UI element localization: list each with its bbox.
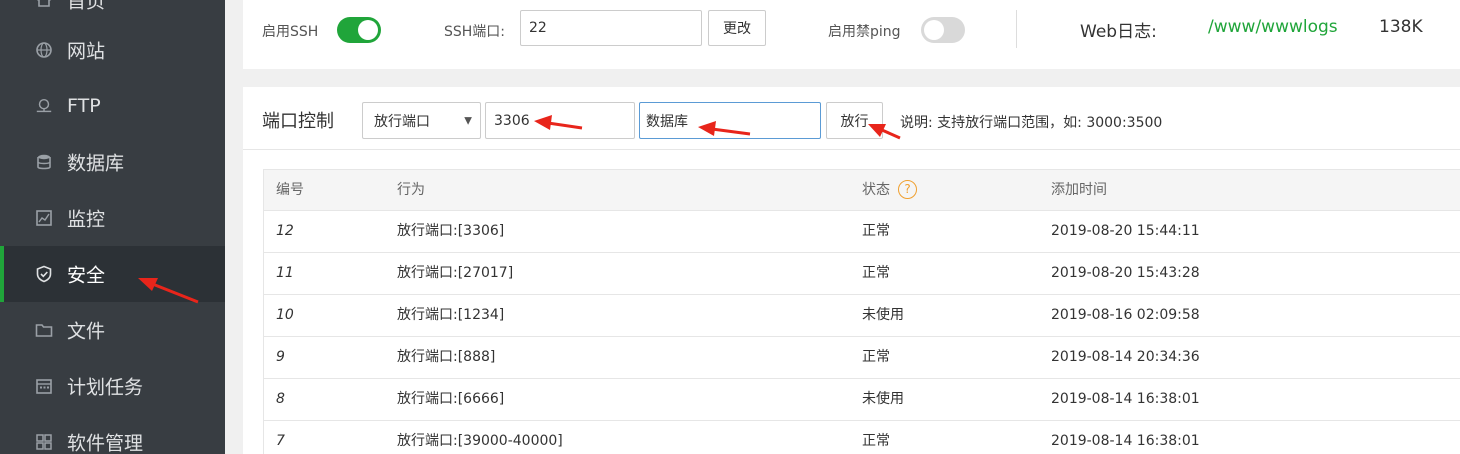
- web-log-label: Web日志:: [1080, 22, 1157, 42]
- sidebar-item-label: 计划任务: [67, 376, 144, 399]
- sidebar-item-label: 首页: [67, 0, 106, 13]
- column-header-status-label: 状态: [862, 182, 890, 198]
- table-row: 12 放行端口:[3306] 正常 2019-08-20 15:44:11: [263, 211, 1460, 253]
- shield-icon: [35, 265, 53, 283]
- ssh-port-input[interactable]: 22: [520, 10, 702, 46]
- sidebar-item-label: 文件: [67, 320, 106, 343]
- monitor-icon: [35, 209, 53, 227]
- column-header-action: 行为: [397, 182, 425, 198]
- row-time: 2019-08-14 16:38:01: [1051, 433, 1200, 449]
- table-row: 9 放行端口:[888] 正常 2019-08-14 20:34:36: [263, 337, 1460, 379]
- sidebar-item-label: 数据库: [67, 152, 125, 175]
- row-id: 9: [276, 349, 285, 365]
- row-time: 2019-08-14 20:34:36: [1051, 349, 1200, 365]
- row-time: 2019-08-14 16:38:01: [1051, 391, 1200, 407]
- row-time: 2019-08-20 15:44:11: [1051, 223, 1200, 239]
- row-status: 未使用: [862, 391, 904, 407]
- port-rules-table: 编号 行为 状态? 添加时间 12 放行端口:[3306] 正常 2019-08…: [263, 169, 1460, 454]
- table-row: 10 放行端口:[1234] 未使用 2019-08-16 02:09:58: [263, 295, 1460, 337]
- sidebar: 首页 网站 FTP 数据库 监控 安全 文件 计划任务 软件管理: [0, 0, 225, 454]
- row-time: 2019-08-16 02:09:58: [1051, 307, 1200, 323]
- folder-icon: [35, 321, 53, 339]
- column-header-id: 编号: [276, 182, 304, 198]
- allow-port-button[interactable]: 放行: [826, 102, 883, 139]
- help-icon[interactable]: ?: [898, 179, 917, 199]
- toggle-knob: [358, 20, 378, 40]
- calendar-icon: [35, 377, 53, 395]
- web-log-size: 138K: [1379, 17, 1423, 37]
- row-id: 7: [276, 433, 285, 449]
- port-input[interactable]: 3306: [485, 102, 635, 139]
- ping-toggle[interactable]: [921, 17, 965, 43]
- row-status: 正常: [862, 265, 890, 281]
- column-header-status: 状态?: [862, 170, 917, 210]
- table-row: 11 放行端口:[27017] 正常 2019-08-20 15:43:28: [263, 253, 1460, 295]
- row-status: 正常: [862, 433, 890, 449]
- sidebar-item-website[interactable]: 网站: [0, 22, 225, 78]
- security-settings-panel: 启用SSH SSH端口: 22 更改 启用禁ping Web日志: /www/w…: [243, 0, 1460, 69]
- row-id: 11: [276, 265, 294, 281]
- row-action: 放行端口:[3306]: [397, 223, 505, 239]
- web-log-path-link[interactable]: /www/wwwlogs: [1208, 17, 1338, 37]
- row-action: 放行端口:[39000-40000]: [397, 433, 563, 449]
- port-range-hint: 说明: 支持放行端口范围，如: 3000:3500: [900, 115, 1163, 131]
- sidebar-item-label: 安全: [67, 264, 106, 287]
- sidebar-item-label: 网站: [67, 40, 106, 63]
- row-status: 正常: [862, 349, 890, 365]
- table-row: 7 放行端口:[39000-40000] 正常 2019-08-14 16:38…: [263, 421, 1460, 454]
- apps-icon: [35, 433, 53, 451]
- sidebar-item-database[interactable]: 数据库: [0, 134, 225, 190]
- sidebar-item-software[interactable]: 软件管理: [0, 414, 225, 454]
- sidebar-item-ftp[interactable]: FTP: [0, 78, 225, 134]
- database-icon: [35, 153, 53, 171]
- home-icon: [35, 0, 53, 9]
- row-status: 正常: [862, 223, 890, 239]
- sidebar-item-label: FTP: [67, 95, 101, 117]
- rule-type-select[interactable]: 放行端口 ▼: [362, 102, 481, 139]
- row-status: 未使用: [862, 307, 904, 323]
- rule-type-value: 放行端口: [374, 113, 430, 130]
- table-row: 8 放行端口:[6666] 未使用 2019-08-14 16:38:01: [263, 379, 1460, 421]
- row-id: 10: [276, 307, 294, 323]
- row-id: 8: [276, 391, 285, 407]
- ssh-toggle-label: 启用SSH: [262, 24, 319, 40]
- row-id: 12: [276, 223, 294, 239]
- divider: [243, 149, 1460, 150]
- divider: [1016, 10, 1017, 48]
- change-ssh-port-button[interactable]: 更改: [708, 10, 766, 46]
- ssh-port-label: SSH端口:: [444, 24, 506, 40]
- toggle-knob: [924, 20, 944, 40]
- row-time: 2019-08-20 15:43:28: [1051, 265, 1200, 281]
- table-header: 编号 行为 状态? 添加时间: [263, 169, 1460, 211]
- ping-toggle-label: 启用禁ping: [828, 24, 901, 40]
- globe-icon: [35, 41, 53, 59]
- ssh-toggle[interactable]: [337, 17, 381, 43]
- sidebar-item-security[interactable]: 安全: [0, 246, 225, 302]
- port-control-title: 端口控制: [262, 111, 334, 132]
- column-header-time: 添加时间: [1051, 182, 1107, 198]
- sidebar-item-monitor[interactable]: 监控: [0, 190, 225, 246]
- row-action: 放行端口:[27017]: [397, 265, 514, 281]
- ftp-icon: [35, 97, 53, 115]
- sidebar-item-files[interactable]: 文件: [0, 302, 225, 358]
- row-action: 放行端口:[6666]: [397, 391, 505, 407]
- sidebar-item-label: 监控: [67, 208, 106, 231]
- sidebar-item-cron[interactable]: 计划任务: [0, 358, 225, 414]
- port-control-panel: 端口控制 放行端口 ▼ 3306 数据库 放行 说明: 支持放行端口范围，如: …: [243, 87, 1460, 454]
- row-action: 放行端口:[1234]: [397, 307, 505, 323]
- sidebar-item-label: 软件管理: [67, 432, 144, 454]
- chevron-down-icon: ▼: [464, 115, 472, 126]
- remark-input[interactable]: 数据库: [639, 102, 821, 139]
- row-action: 放行端口:[888]: [397, 349, 496, 365]
